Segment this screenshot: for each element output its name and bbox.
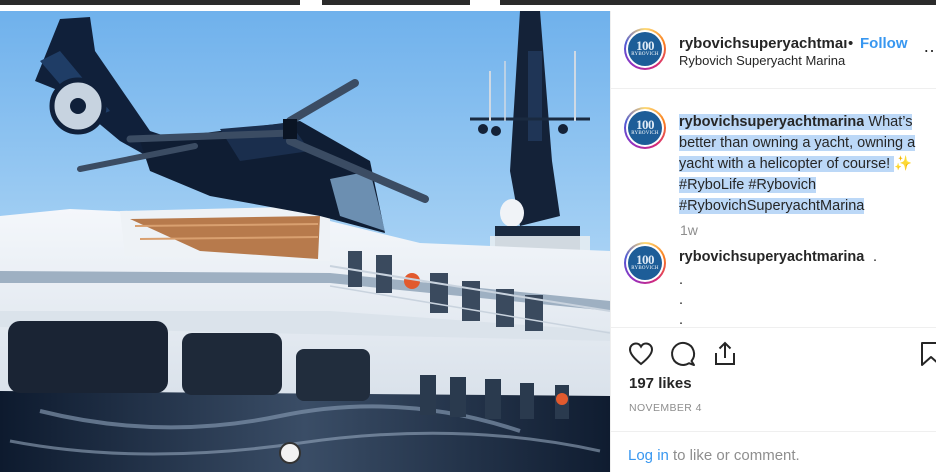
post-header: 100 RYBOVICH rybovichsuperyachtmaı • Fol…	[611, 11, 936, 89]
comment-text: .	[873, 249, 878, 265]
helicopter	[35, 17, 429, 233]
comments-section[interactable]: 100 RYBOVICH rybovichsuperyachtmarina Wh…	[611, 90, 936, 326]
avatar-number: 100	[636, 117, 655, 132]
post-location[interactable]: Rybovich Superyacht Marina	[679, 53, 845, 68]
action-bar	[611, 327, 936, 371]
bookmark-icon[interactable]	[917, 340, 936, 368]
post-photo[interactable]	[0, 11, 610, 472]
comment-avatar[interactable]: 100 RYBOVICH	[624, 242, 666, 284]
avatar-brand: RYBOVICH	[631, 131, 659, 136]
avatar-brand: RYBOVICH	[631, 266, 659, 271]
login-prompt: Log in to like or comment.	[611, 431, 936, 472]
avatar-number: 100	[636, 252, 655, 267]
like-count[interactable]: 197 likes	[629, 375, 692, 392]
comment-line: .	[679, 292, 684, 308]
top-strip-segment	[322, 0, 470, 5]
caption-text: rybovichsuperyachtmarina What’s better t…	[679, 112, 931, 217]
post-date[interactable]: NOVEMBER 4	[629, 402, 702, 414]
comment-line: .	[679, 272, 684, 288]
header-separator: •	[848, 35, 854, 52]
browser-top-strip	[0, 0, 936, 8]
profile-avatar[interactable]: 100 RYBOVICH	[624, 28, 666, 70]
heart-icon[interactable]	[627, 340, 655, 368]
follow-button[interactable]: Follow	[860, 35, 908, 52]
radar-mast	[470, 11, 590, 266]
yacht-helicopter-image	[0, 11, 610, 472]
more-options-icon[interactable]: …	[923, 36, 936, 57]
caption-timestamp[interactable]: 1w	[680, 222, 698, 238]
comment-line: .	[679, 312, 684, 326]
post-panel: 100 RYBOVICH rybovichsuperyachtmaı • Fol…	[610, 11, 936, 472]
comment-username[interactable]: rybovichsuperyachtmarina	[679, 249, 864, 265]
top-strip-segment	[500, 0, 936, 5]
sparkle-emoji: ✨	[894, 156, 913, 172]
caption-hashtags[interactable]: #RyboLife #Rybovich #RybovichSuperyachtM…	[679, 177, 865, 214]
comment-icon[interactable]	[669, 340, 697, 368]
avatar-brand: RYBOVICH	[631, 52, 659, 57]
header-username[interactable]: rybovichsuperyachtmaı	[679, 35, 847, 52]
avatar-number: 100	[636, 38, 655, 53]
caption-avatar[interactable]: 100 RYBOVICH	[624, 107, 666, 149]
caption-username[interactable]: rybovichsuperyachtmarina	[679, 114, 865, 130]
top-strip-segment	[0, 0, 300, 5]
share-icon[interactable]	[711, 340, 739, 368]
login-link[interactable]: Log in	[628, 447, 669, 464]
login-prompt-text: to like or comment.	[673, 447, 800, 464]
